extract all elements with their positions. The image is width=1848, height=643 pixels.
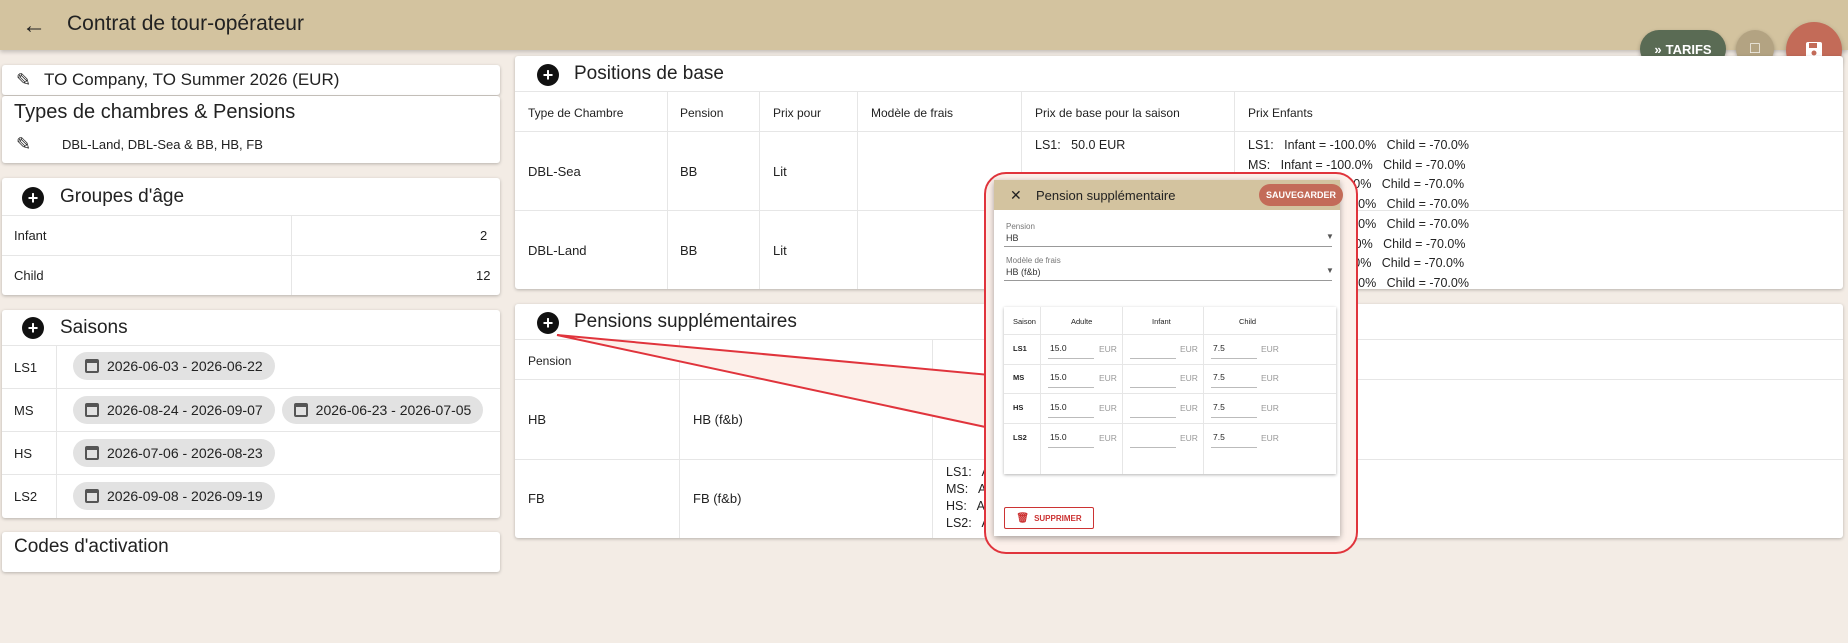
column-header: Saison <box>1013 317 1036 326</box>
activation-codes-title: Codes d'activation <box>14 536 169 557</box>
child-price-input[interactable]: 7.5 <box>1213 402 1225 412</box>
season-code: LS2 <box>1013 433 1027 442</box>
page-title: Contrat de tour-opérateur <box>67 12 304 35</box>
add-icon[interactable]: + <box>22 187 44 209</box>
pencil-icon[interactable]: ✎ <box>16 70 31 91</box>
pension-value: HB <box>1006 233 1019 243</box>
age-groups-title: Groupes d'âge <box>60 186 185 207</box>
dialog-save-button[interactable]: SAUVEGARDER <box>1259 184 1343 206</box>
room-type: DBL-Land <box>528 243 587 258</box>
contract-card: ✎ TO Company, TO Summer 2026 (EUR) <box>2 65 500 95</box>
close-icon[interactable]: ✕ <box>1010 187 1022 204</box>
pension: BB <box>680 243 698 258</box>
fee-model-label: Modèle de frais <box>1006 256 1061 265</box>
season-price-table: Saison Adulte Infant Child LS1 15.0 EUR … <box>1004 307 1336 474</box>
age-groups-card: + Groupes d'âge Infant 2 Child 12 <box>2 178 500 295</box>
contract-title: TO Company, TO Summer 2026 (EUR) <box>44 70 340 89</box>
extra-pensions-title: Pensions supplémentaires <box>574 311 797 332</box>
adult-price-input[interactable]: 15.0 <box>1050 402 1067 412</box>
app-bar: ← Contrat de tour-opérateur <box>0 0 1848 50</box>
add-icon[interactable]: + <box>537 312 559 334</box>
pension: FB <box>528 491 545 506</box>
age-group-max: 12 <box>476 268 491 283</box>
double-chevron-right-icon: » <box>1654 41 1662 57</box>
date-range-chip[interactable]: 2026-09-08 - 2026-09-19 <box>73 482 275 510</box>
column-header: Child <box>1239 317 1257 326</box>
trash-icon: 🗑 <box>1016 512 1030 524</box>
price-for: Lit <box>773 164 787 179</box>
base-price: LS1: 50.0 EUR <box>1035 138 1126 152</box>
child-price-input[interactable]: 7.5 <box>1213 372 1225 382</box>
season-code: LS1 <box>14 360 38 375</box>
caret-down-icon: ▼ <box>1326 232 1334 241</box>
arrow-left-icon[interactable]: ← <box>22 12 46 40</box>
dialog-title: Pension supplémentaire <box>1036 188 1176 203</box>
date-range-chip[interactable]: 2026-07-06 - 2026-08-23 <box>73 439 275 467</box>
room-type: DBL-Sea <box>528 164 581 179</box>
child-price: LS1: Infant = -100.0% Child = -70.0% <box>1248 138 1469 152</box>
season-code: LS1 <box>1013 344 1027 353</box>
calendar-icon <box>293 403 308 417</box>
delete-button[interactable]: 🗑 SUPPRIMER <box>1004 507 1094 529</box>
season-code: HS <box>1013 403 1024 412</box>
column-header: Infant <box>1152 317 1171 326</box>
season-code: LS2 <box>14 489 38 504</box>
column-header: Prix pour <box>773 106 822 120</box>
column-header: Type de Chambre <box>528 106 624 120</box>
room-types-title: Types de chambres & Pensions <box>14 101 296 123</box>
extra-pension-dialog: ✕ Pension supplémentaire SAUVEGARDER Pen… <box>994 180 1343 536</box>
adult-price-input[interactable]: 15.0 <box>1050 343 1067 353</box>
date-range-chip[interactable]: 2026-06-23 - 2026-07-05 <box>281 396 484 424</box>
calendar-icon <box>85 446 99 460</box>
age-group-name: Child <box>14 268 44 283</box>
pension: HB <box>528 412 547 427</box>
column-header: Prix Enfants <box>1248 106 1313 120</box>
calendar-icon <box>85 489 99 503</box>
calendar-icon <box>85 403 99 417</box>
pencil-icon[interactable]: ✎ <box>16 134 31 155</box>
calendar-icon <box>85 359 99 373</box>
column-header: Prix de base pour la saison <box>1035 106 1180 120</box>
activation-codes-card: Codes d'activation <box>2 532 500 572</box>
column-header: ...èle de frais <box>711 354 780 368</box>
seasons-card: + Saisons LS1 2026-06-03 - 2026-06-22 MS… <box>2 310 500 518</box>
child-price-input[interactable]: 7.5 <box>1213 432 1225 442</box>
pension: BB <box>680 164 698 179</box>
add-icon[interactable]: + <box>537 64 559 86</box>
season-code: HS <box>14 446 33 461</box>
adult-price-input[interactable]: 15.0 <box>1050 432 1067 442</box>
child-price-input[interactable]: 7.5 <box>1213 343 1225 353</box>
pension-label: Pension <box>1006 222 1035 231</box>
room-types-value: DBL-Land, DBL-Sea & BB, HB, FB <box>62 137 263 152</box>
base-positions-title: Positions de base <box>574 63 724 84</box>
add-icon[interactable]: + <box>22 317 44 339</box>
age-group-max: 2 <box>480 228 488 243</box>
age-group-name: Infant <box>14 228 47 243</box>
date-range-chip[interactable]: 2026-06-03 - 2026-06-22 <box>73 352 275 380</box>
price-for: Lit <box>773 243 787 258</box>
column-header: Modèle de frais <box>871 106 954 120</box>
room-types-card: Types de chambres & Pensions ✎ DBL-Land,… <box>2 96 500 163</box>
column-header: Pension <box>680 106 724 120</box>
fee-model-value: HB (f&b) <box>1006 267 1041 277</box>
seasons-title: Saisons <box>60 317 128 338</box>
adult-price-input[interactable]: 15.0 <box>1050 372 1067 382</box>
fee-model: FB (f&b) <box>693 491 742 506</box>
column-header: Adulte <box>1071 317 1093 326</box>
fee-model: HB (f&b) <box>693 412 743 427</box>
season-code: MS <box>14 403 34 418</box>
season-code: MS <box>1013 373 1025 382</box>
date-range-chip[interactable]: 2026-08-24 - 2026-09-07 <box>73 396 275 424</box>
column-header: Pension <box>528 354 572 368</box>
caret-down-icon: ▼ <box>1326 266 1334 275</box>
